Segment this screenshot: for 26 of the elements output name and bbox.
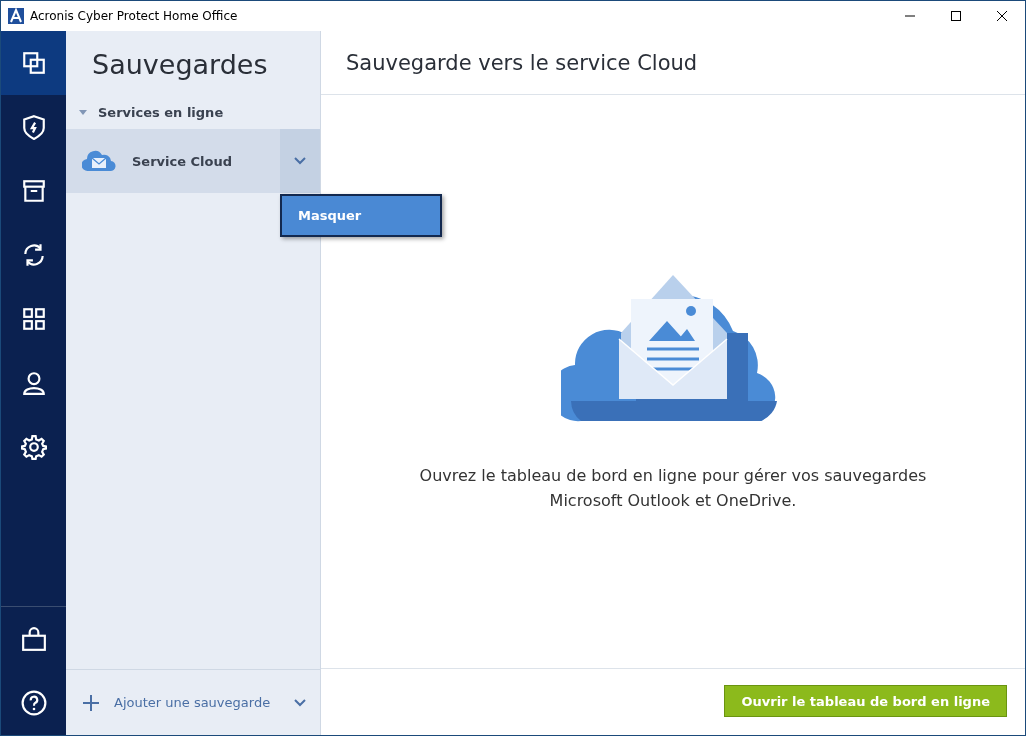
description-text: Ouvrez le tableau de bord en ligne pour gérer vos sauvegardes Microsoft Outlook et OneDrive. xyxy=(418,465,928,512)
window-title: Acronis Cyber Protect Home Office xyxy=(30,9,239,23)
app-logo-icon xyxy=(8,8,24,24)
copies-icon xyxy=(20,50,47,76)
settings-icon xyxy=(20,434,47,460)
add-backup-button[interactable]: Ajouter une sauvegarde xyxy=(114,695,280,710)
close-icon xyxy=(997,11,1007,21)
expand-triangle-icon[interactable] xyxy=(79,110,87,115)
archive-box-icon xyxy=(20,178,47,204)
group-label: Services en ligne xyxy=(98,105,224,120)
person-icon xyxy=(20,370,47,396)
page-title: Sauvegarde vers le service Cloud xyxy=(346,50,698,75)
backup-item-label: Service Cloud xyxy=(132,153,234,169)
shield-icon xyxy=(20,114,47,140)
plus-icon xyxy=(82,693,100,712)
sidebar-title: Sauvegardes xyxy=(91,48,268,82)
help-icon xyxy=(20,690,47,716)
open-dashboard-button[interactable]: Ouvrir le tableau de bord en ligne xyxy=(724,685,1007,717)
chevron-down-icon xyxy=(294,698,306,707)
cloud-envelope-icon xyxy=(82,150,116,172)
nav-item[interactable] xyxy=(1,31,66,95)
grid-icon xyxy=(20,306,47,332)
shopping-bag-icon xyxy=(20,626,47,652)
menu-item[interactable]: Masquer xyxy=(282,196,440,235)
maximize-icon xyxy=(951,11,961,21)
chevron-down-icon xyxy=(294,157,306,165)
